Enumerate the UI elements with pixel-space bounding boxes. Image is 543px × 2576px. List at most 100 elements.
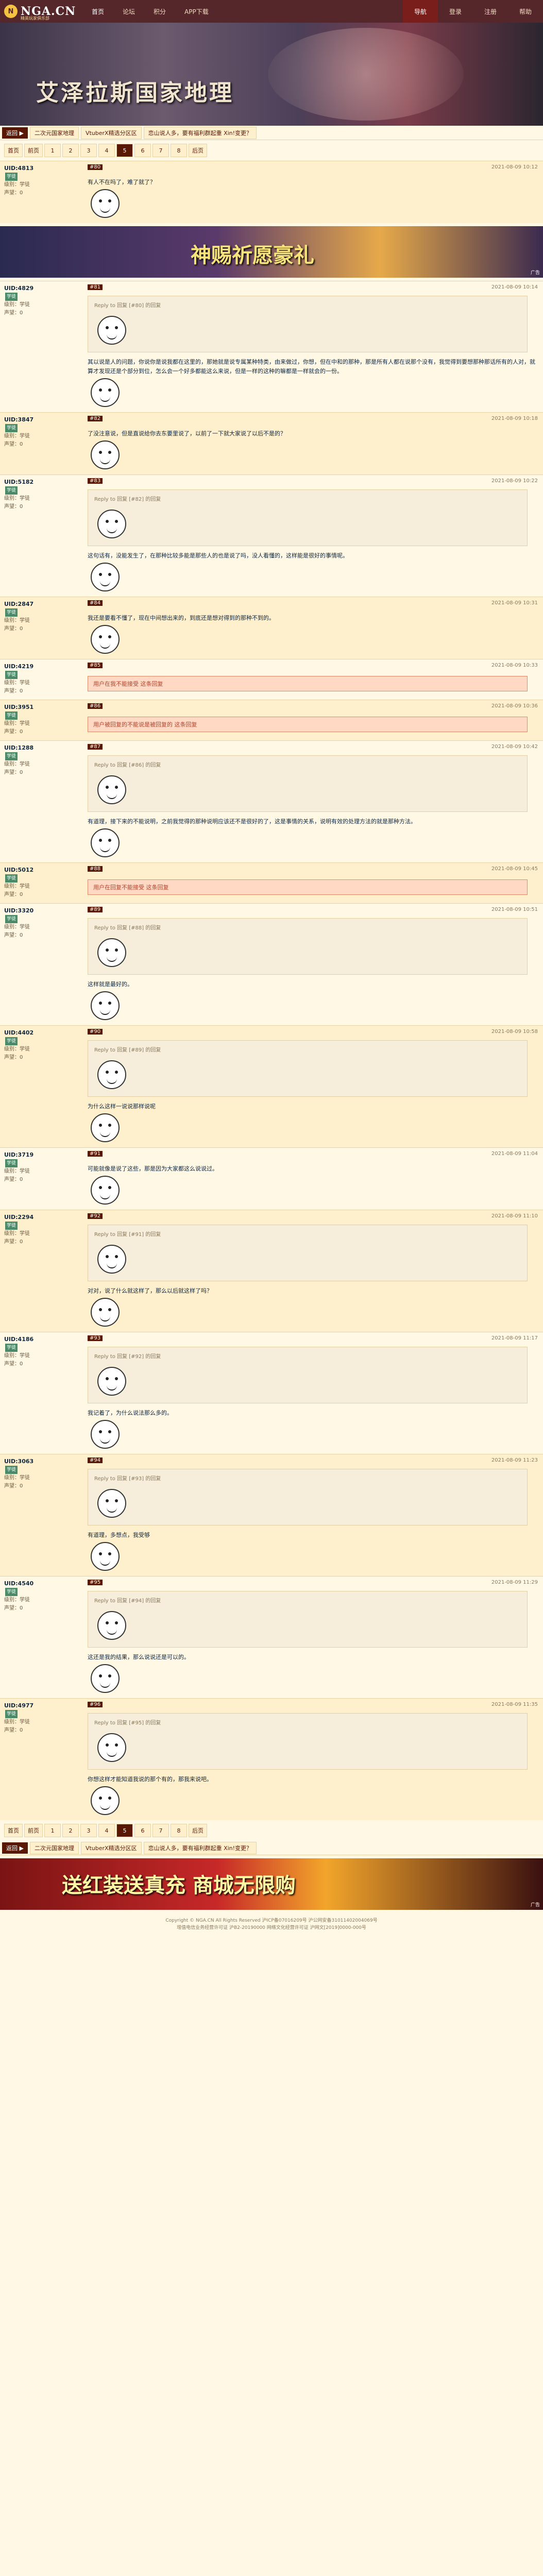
page-button-5[interactable]: 4 [98,144,115,157]
banner-artwork [268,28,464,121]
quote-header[interactable]: Reply to 回复 [#86] 的回复 [94,761,521,770]
page-button-6[interactable]: 5 [116,144,133,157]
author-name[interactable]: UID:3951 [4,703,78,711]
floor-number[interactable]: #87 [88,744,103,750]
quote-header[interactable]: Reply to 回复 [#89] 的回复 [94,1046,521,1055]
floor-number[interactable]: #88 [88,866,103,872]
page-button-3[interactable]: 2 [62,144,79,157]
nav-points[interactable]: 积分 [144,0,175,23]
subforum-link-3-bottom[interactable]: 恋山说人多，要有福利群起重 Xin!变更？ [143,1841,257,1854]
page-button-7[interactable]: 6 [134,1824,151,1837]
floor-number[interactable]: #84 [88,600,103,606]
author-name[interactable]: UID:5012 [4,866,78,874]
page-button-4[interactable]: 3 [80,144,97,157]
floor-number[interactable]: #89 [88,907,103,912]
page-button-9[interactable]: 8 [171,1824,187,1837]
floor-number[interactable]: #96 [88,1702,103,1707]
nav-guide[interactable]: 导航 [402,0,438,23]
page-button-10[interactable]: 后页 [189,1824,207,1837]
page-button-2[interactable]: 1 [44,144,61,157]
post-content: #85 2021-08-09 10:33 用户在我不能接受 这条回复 [82,659,543,700]
floor-number[interactable]: #86 [88,703,103,709]
nga-logo[interactable]: N NGA.CN 精英玩家俱乐部 [0,0,77,23]
page-button-1[interactable]: 前页 [24,144,43,157]
author-name[interactable]: UID:4186 [4,1335,78,1344]
page-button-2[interactable]: 1 [44,1824,61,1837]
floor-number[interactable]: #90 [88,1029,103,1035]
subforum-link-1[interactable]: 二次元国家地理 [29,126,79,139]
bottom-ad-banner[interactable]: 送红装送真充 商城无限购 广告 [0,1858,543,1910]
author-name[interactable]: UID:4219 [4,663,78,671]
page-button-4[interactable]: 3 [80,1824,97,1837]
author-name[interactable]: UID:4402 [4,1029,78,1037]
subforum-link-3[interactable]: 恋山说人多，要有福利群起重 Xin!变更？ [143,126,257,139]
author-name[interactable]: UID:3063 [4,1458,78,1466]
page-button-7[interactable]: 6 [134,144,151,157]
page-button-5[interactable]: 4 [98,1824,115,1837]
floor-number[interactable]: #80 [88,164,103,170]
post-row: UID:4540 学徒 级别：学徒 声望：0 #95 2021-08-09 11:29 Re… [0,1576,543,1698]
author-name[interactable]: UID:5182 [4,478,78,486]
page-button-6[interactable]: 5 [116,1824,133,1837]
quote-header[interactable]: Reply to 回复 [#94] 的回复 [94,1597,521,1606]
floor-number[interactable]: #92 [88,1213,103,1219]
nav-login[interactable]: 登录 [438,0,473,23]
author-name[interactable]: UID:2294 [4,1213,78,1222]
page-button-3[interactable]: 2 [62,1824,79,1837]
quoted-reply: Reply to 回复 [#95] 的回复 [88,1713,528,1770]
floor-number[interactable]: #91 [88,1151,103,1157]
nav-help[interactable]: 帮助 [508,0,543,23]
author-name[interactable]: UID:4813 [4,164,78,173]
page-button-8[interactable]: 7 [152,144,169,157]
post-meta: #83 2021-08-09 10:22 [88,478,538,486]
subforum-link-1-bottom[interactable]: 二次元国家地理 [29,1841,79,1854]
quote-header[interactable]: Reply to 回复 [#80] 的回复 [94,301,521,311]
author-name[interactable]: UID:4977 [4,1702,78,1710]
quote-header[interactable]: Reply to 回复 [#93] 的回复 [94,1475,521,1484]
quote-header[interactable]: Reply to 回复 [#88] 的回复 [94,924,521,933]
author-name[interactable]: UID:4829 [4,284,78,293]
back-button[interactable]: 返回 ▶ [2,127,28,139]
post-meta: #86 2021-08-09 10:36 [88,703,538,711]
post-author-panel: UID:4813 学徒 级别：学徒 声望：0 [0,161,82,223]
floor-number[interactable]: #82 [88,416,103,421]
page-button-0[interactable]: 首页 [4,1824,23,1837]
floor-number[interactable]: #85 [88,663,103,668]
subforum-link-2-bottom[interactable]: VtuberX精选分区区 [80,1841,142,1854]
quote-header[interactable]: Reply to 回复 [#92] 的回复 [94,1352,521,1362]
post-meta: #89 2021-08-09 10:51 [88,907,538,915]
author-reputation: 声望：0 [4,190,23,196]
author-name[interactable]: UID:4540 [4,1580,78,1588]
nav-register[interactable]: 注册 [473,0,508,23]
post-meta-left: #92 [88,1213,106,1222]
nav-app-download[interactable]: APP下载 [175,0,218,23]
quote-header[interactable]: Reply to 回复 [#91] 的回复 [94,1230,521,1240]
author-rank-badge: 学徒 [5,1710,18,1718]
page-button-10[interactable]: 后页 [189,144,207,157]
page-button-9[interactable]: 8 [171,144,187,157]
back-button-bottom[interactable]: 返回 ▶ [2,1842,28,1854]
author-name[interactable]: UID:1288 [4,744,78,752]
post-author-panel: UID:2847 学徒 级别：学徒 声望：0 [0,597,82,659]
page-button-8[interactable]: 7 [152,1824,169,1837]
floor-number[interactable]: #93 [88,1335,103,1341]
page-button-1[interactable]: 前页 [24,1824,43,1837]
author-name[interactable]: UID:2847 [4,600,78,608]
floor-number[interactable]: #95 [88,1580,103,1585]
quote-header[interactable]: Reply to 回复 [#95] 的回复 [94,1719,521,1728]
author-name[interactable]: UID:3847 [4,416,78,424]
page-button-0[interactable]: 首页 [4,144,23,157]
top-ad-banner[interactable]: 神赐祈愿豪礼 广告 [0,226,543,278]
subforum-link-2[interactable]: VtuberX精选分区区 [80,126,142,139]
quoted-reply: Reply to 回复 [#94] 的回复 [88,1591,528,1648]
author-name[interactable]: UID:3719 [4,1151,78,1159]
floor-number[interactable]: #81 [88,284,103,290]
nav-home[interactable]: 首页 [82,0,113,23]
author-reputation: 声望：0 [4,770,23,775]
quote-header[interactable]: Reply to 回复 [#82] 的回复 [94,495,521,504]
author-name[interactable]: UID:3320 [4,907,78,915]
floor-number[interactable]: #83 [88,478,103,484]
nav-forum[interactable]: 论坛 [113,0,144,23]
floor-number[interactable]: #94 [88,1458,103,1463]
post-author-panel: UID:2294 学徒 级别：学徒 声望：0 [0,1210,82,1332]
